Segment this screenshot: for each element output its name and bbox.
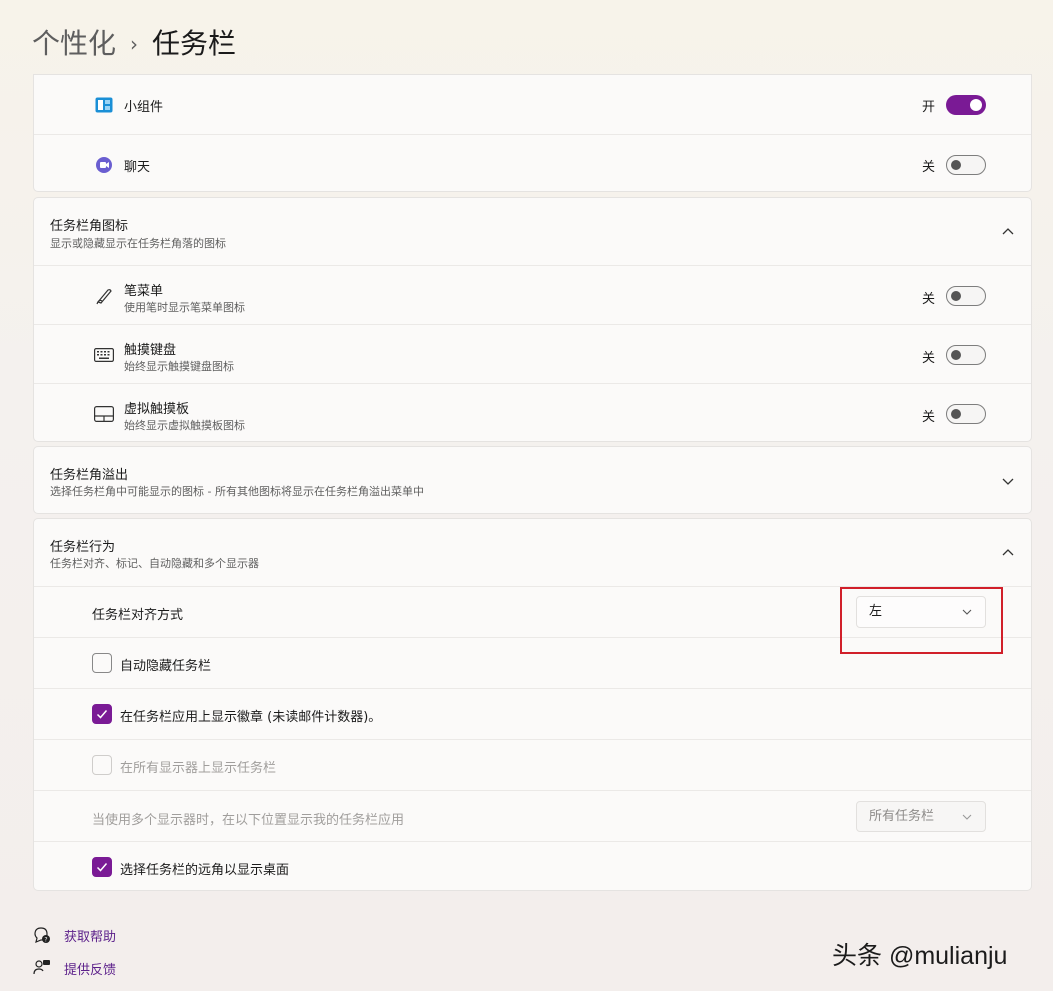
checkmark-icon: [96, 863, 108, 872]
get-help-label: 获取帮助: [64, 929, 117, 945]
setting-row-touchpad: 虚拟触摸板 始终显示虚拟触摸板图标 关: [34, 383, 1031, 442]
chat-label: 聊天: [124, 160, 151, 175]
page-title: 任务栏: [152, 27, 237, 60]
corner-icons-header[interactable]: 任务栏角图标 显示或隐藏显示在任务栏角落的图标: [34, 198, 1031, 265]
multi-display-value: 所有任务栏: [869, 809, 935, 824]
feedback-icon: [33, 960, 50, 975]
give-feedback-label: 提供反馈: [64, 962, 117, 978]
setting-row-chat: 聊天 关: [34, 134, 1031, 193]
pen-menu-subtitle: 使用笔时显示笔菜单图标: [124, 301, 245, 314]
breadcrumb: 个性化 › 任务栏: [32, 24, 236, 64]
chevron-down-icon[interactable]: [1001, 474, 1015, 488]
auto-hide-checkbox[interactable]: [92, 653, 112, 673]
taskbar-items-card: 小组件 开 聊天 关: [33, 74, 1032, 192]
behavior-title: 任务栏行为: [50, 540, 116, 555]
far-corner-checkbox[interactable]: [92, 857, 112, 877]
highlight-annotation: [840, 587, 1003, 654]
widgets-icon: [94, 95, 114, 115]
setting-row-all-displays: 在所有显示器上显示任务栏: [34, 739, 1031, 790]
behavior-card: 任务栏行为 任务栏对齐、标记、自动隐藏和多个显示器 任务栏对齐方式 左 自动隐藏…: [33, 518, 1032, 891]
multi-display-dropdown: 所有任务栏: [856, 801, 986, 832]
touchpad-title: 虚拟触摸板: [124, 402, 190, 417]
chevron-up-icon[interactable]: [1001, 546, 1015, 560]
watermark: 头条 @mulianju: [832, 942, 1008, 970]
checkmark-icon: [96, 710, 108, 719]
breadcrumb-separator: ›: [130, 32, 139, 56]
all-displays-label: 在所有显示器上显示任务栏: [120, 761, 277, 776]
pen-menu-title: 笔菜单: [124, 284, 164, 299]
widgets-toggle[interactable]: [946, 95, 986, 115]
badges-checkbox[interactable]: [92, 704, 112, 724]
behavior-subtitle: 任务栏对齐、标记、自动隐藏和多个显示器: [50, 557, 259, 570]
setting-row-badges: 在任务栏应用上显示徽章 (未读邮件计数器)。: [34, 688, 1031, 739]
help-icon: ?: [34, 927, 50, 944]
corner-overflow-card[interactable]: 任务栏角溢出 选择任务栏角中可能显示的图标 - 所有其他图标将显示在任务栏角溢出…: [33, 446, 1032, 514]
corner-icons-card: 任务栏角图标 显示或隐藏显示在任务栏角落的图标 笔菜单 使用笔时显示笔菜单图标 …: [33, 197, 1032, 442]
setting-row-touch-keyboard: 触摸键盘 始终显示触摸键盘图标 关: [34, 324, 1031, 383]
svg-text:?: ?: [44, 937, 47, 944]
chevron-up-icon[interactable]: [1001, 225, 1015, 239]
touchpad-icon: [94, 404, 114, 424]
corner-overflow-title: 任务栏角溢出: [50, 468, 129, 483]
setting-row-multi-display: 当使用多个显示器时，在以下位置显示我的任务栏应用 所有任务栏: [34, 790, 1031, 841]
touchpad-subtitle: 始终显示虚拟触摸板图标: [124, 419, 245, 432]
far-corner-label: 选择任务栏的远角以显示桌面: [120, 863, 290, 878]
pen-menu-toggle[interactable]: [946, 286, 986, 306]
auto-hide-label: 自动隐藏任务栏: [120, 659, 212, 674]
keyboard-icon: [94, 345, 114, 365]
multi-display-label: 当使用多个显示器时，在以下位置显示我的任务栏应用: [92, 813, 405, 828]
chat-icon: [94, 155, 114, 175]
give-feedback-link[interactable]: 提供反馈: [32, 958, 116, 978]
setting-row-far-corner: 选择任务栏的远角以显示桌面: [34, 841, 1031, 892]
touchpad-state: 关: [921, 410, 935, 425]
widgets-label: 小组件: [124, 100, 164, 115]
alignment-label: 任务栏对齐方式: [92, 608, 184, 623]
get-help-link[interactable]: ? 获取帮助: [32, 925, 116, 945]
touch-keyboard-toggle[interactable]: [946, 345, 986, 365]
chat-toggle[interactable]: [946, 155, 986, 175]
behavior-header[interactable]: 任务栏行为 任务栏对齐、标记、自动隐藏和多个显示器: [34, 519, 1031, 586]
pen-menu-state: 关: [921, 292, 935, 307]
pen-icon: [94, 286, 114, 306]
chat-state: 关: [921, 160, 935, 175]
touchpad-toggle[interactable]: [946, 404, 986, 424]
badges-label: 在任务栏应用上显示徽章 (未读邮件计数器)。: [120, 710, 382, 725]
setting-row-widgets: 小组件 开: [34, 75, 1031, 134]
touch-keyboard-title: 触摸键盘: [124, 343, 177, 358]
chevron-down-icon: [962, 814, 972, 820]
corner-overflow-subtitle: 选择任务栏角中可能显示的图标 - 所有其他图标将显示在任务栏角溢出菜单中: [50, 485, 424, 498]
corner-icons-subtitle: 显示或隐藏显示在任务栏角落的图标: [50, 237, 226, 250]
breadcrumb-parent[interactable]: 个性化: [32, 24, 116, 64]
widgets-state: 开: [921, 100, 935, 115]
corner-icons-title: 任务栏角图标: [50, 219, 129, 234]
touch-keyboard-subtitle: 始终显示触摸键盘图标: [124, 360, 234, 373]
all-displays-checkbox: [92, 755, 112, 775]
setting-row-pen-menu: 笔菜单 使用笔时显示笔菜单图标 关: [34, 265, 1031, 324]
touch-keyboard-state: 关: [921, 351, 935, 366]
